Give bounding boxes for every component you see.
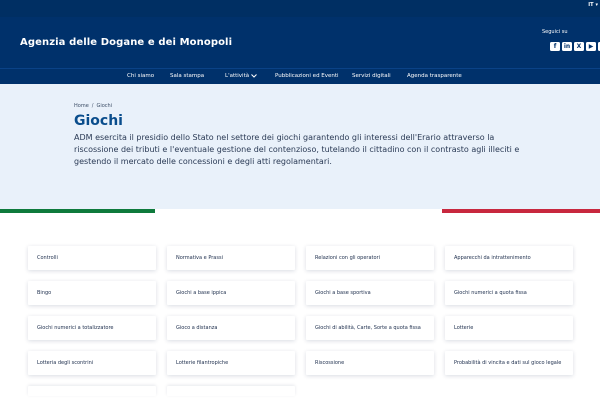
category-grid: Controlli Normativa e Prassi Relazioni c… xyxy=(28,246,573,396)
card-lotterie-filantropiche[interactable]: Lotterie filantropiche xyxy=(167,351,295,375)
card-giochi-base-sportiva[interactable]: Giochi a base sportiva xyxy=(306,281,434,305)
chevron-down-icon xyxy=(251,74,257,78)
social-links: f in X ▶ ◎ xyxy=(550,42,600,51)
card-bingo[interactable]: Bingo xyxy=(28,281,156,305)
card-gioco-a-distanza[interactable]: Gioco a distanza xyxy=(167,316,295,340)
site-header: Agenzia delle Dogane e dei Monopoli Segu… xyxy=(0,17,600,68)
card-partial[interactable] xyxy=(167,386,295,396)
x-icon[interactable]: X xyxy=(574,42,584,51)
page-description: ADM esercita il presidio dello Stato nel… xyxy=(74,133,520,166)
card-label: Normativa e Prassi xyxy=(176,255,223,261)
card-label: Gioco a distanza xyxy=(176,325,218,331)
nav-item-label: L'attività xyxy=(225,73,250,79)
chevron-down-icon: ▾ xyxy=(595,2,598,8)
card-label: Lotterie xyxy=(454,325,474,331)
card-label: Giochi di abilità, Carte, Sorte a quota … xyxy=(315,325,421,331)
nav-item-agenda-trasparente[interactable]: Agenda trasparente xyxy=(407,73,462,79)
nav-item-sala-stampa[interactable]: Sala stampa xyxy=(170,73,204,79)
breadcrumb-current: Giochi xyxy=(96,103,113,109)
nav-item-pubblicazioni[interactable]: Pubblicazioni ed Eventi xyxy=(275,73,339,79)
card-label: Giochi numerici a totalizzatore xyxy=(37,325,114,331)
card-giochi-base-ippica[interactable]: Giochi a base ippica xyxy=(167,281,295,305)
nav-item-label: Chi siamo xyxy=(127,73,155,79)
card-label: Giochi a base sportiva xyxy=(315,290,371,296)
card-label: Relazioni con gli operatori xyxy=(315,255,380,261)
card-label: Giochi a base ippica xyxy=(176,290,227,296)
card-riscossione[interactable]: Riscossione xyxy=(306,351,434,375)
card-normativa-e-prassi[interactable]: Normativa e Prassi xyxy=(167,246,295,270)
card-label: Lotteria degli scontrini xyxy=(37,360,94,366)
card-giochi-abilita-carte-sorte[interactable]: Giochi di abilità, Carte, Sorte a quota … xyxy=(306,316,434,340)
card-label: Controlli xyxy=(37,255,58,261)
card-relazioni-operatori[interactable]: Relazioni con gli operatori xyxy=(306,246,434,270)
linkedin-icon[interactable]: in xyxy=(562,42,572,51)
breadcrumb-separator: / xyxy=(91,103,94,109)
flag-stripe-green xyxy=(0,209,155,213)
card-label: Apparecchi da intrattenimento xyxy=(454,255,531,261)
nav-item-chi-siamo[interactable]: Chi siamo xyxy=(127,73,154,79)
breadcrumb-home[interactable]: Home xyxy=(74,103,89,109)
nav-item-label: Agenda trasparente xyxy=(407,73,462,79)
language-code: IT xyxy=(588,2,594,8)
flag-stripe-white xyxy=(155,209,442,213)
card-label: Probabilità di vincita e dati sul gioco … xyxy=(454,360,562,366)
facebook-icon[interactable]: f xyxy=(550,42,560,51)
follow-label: Seguici su xyxy=(542,29,568,35)
card-partial[interactable] xyxy=(28,386,156,396)
card-lotteria-scontrini[interactable]: Lotteria degli scontrini xyxy=(28,351,156,375)
breadcrumb: Home / Giochi xyxy=(74,103,112,109)
main-nav: Chi siamo Sala stampa L'attività Pubblic… xyxy=(0,68,600,84)
top-strip: IT ▾ xyxy=(0,0,600,17)
nav-item-label: Pubblicazioni ed Eventi xyxy=(275,73,339,79)
card-giochi-numerici-quota-fissa[interactable]: Giochi numerici a quota fissa xyxy=(445,281,573,305)
card-apparecchi-intrattenimento[interactable]: Apparecchi da intrattenimento xyxy=(445,246,573,270)
card-label: Riscossione xyxy=(315,360,345,366)
card-label: Giochi numerici a quota fissa xyxy=(454,290,527,296)
card-label: Lotterie filantropiche xyxy=(176,360,229,366)
card-giochi-numerici-totalizzatore[interactable]: Giochi numerici a totalizzatore xyxy=(28,316,156,340)
nav-item-attivita[interactable]: L'attività xyxy=(225,73,257,79)
card-label: Bingo xyxy=(37,290,52,296)
card-lotterie[interactable]: Lotterie xyxy=(445,316,573,340)
nav-item-label: Sala stampa xyxy=(170,73,205,79)
language-selector[interactable]: IT ▾ xyxy=(588,2,598,8)
nav-item-label: Servizi digitali xyxy=(352,73,391,79)
page-title: Giochi xyxy=(74,113,123,129)
youtube-icon[interactable]: ▶ xyxy=(586,42,596,51)
card-controlli[interactable]: Controlli xyxy=(28,246,156,270)
flag-stripe-red xyxy=(442,209,600,213)
nav-item-servizi-digitali[interactable]: Servizi digitali xyxy=(352,73,391,79)
card-probabilita-vincita[interactable]: Probabilità di vincita e dati sul gioco … xyxy=(445,351,573,375)
site-title[interactable]: Agenzia delle Dogane e dei Monopoli xyxy=(20,37,232,48)
